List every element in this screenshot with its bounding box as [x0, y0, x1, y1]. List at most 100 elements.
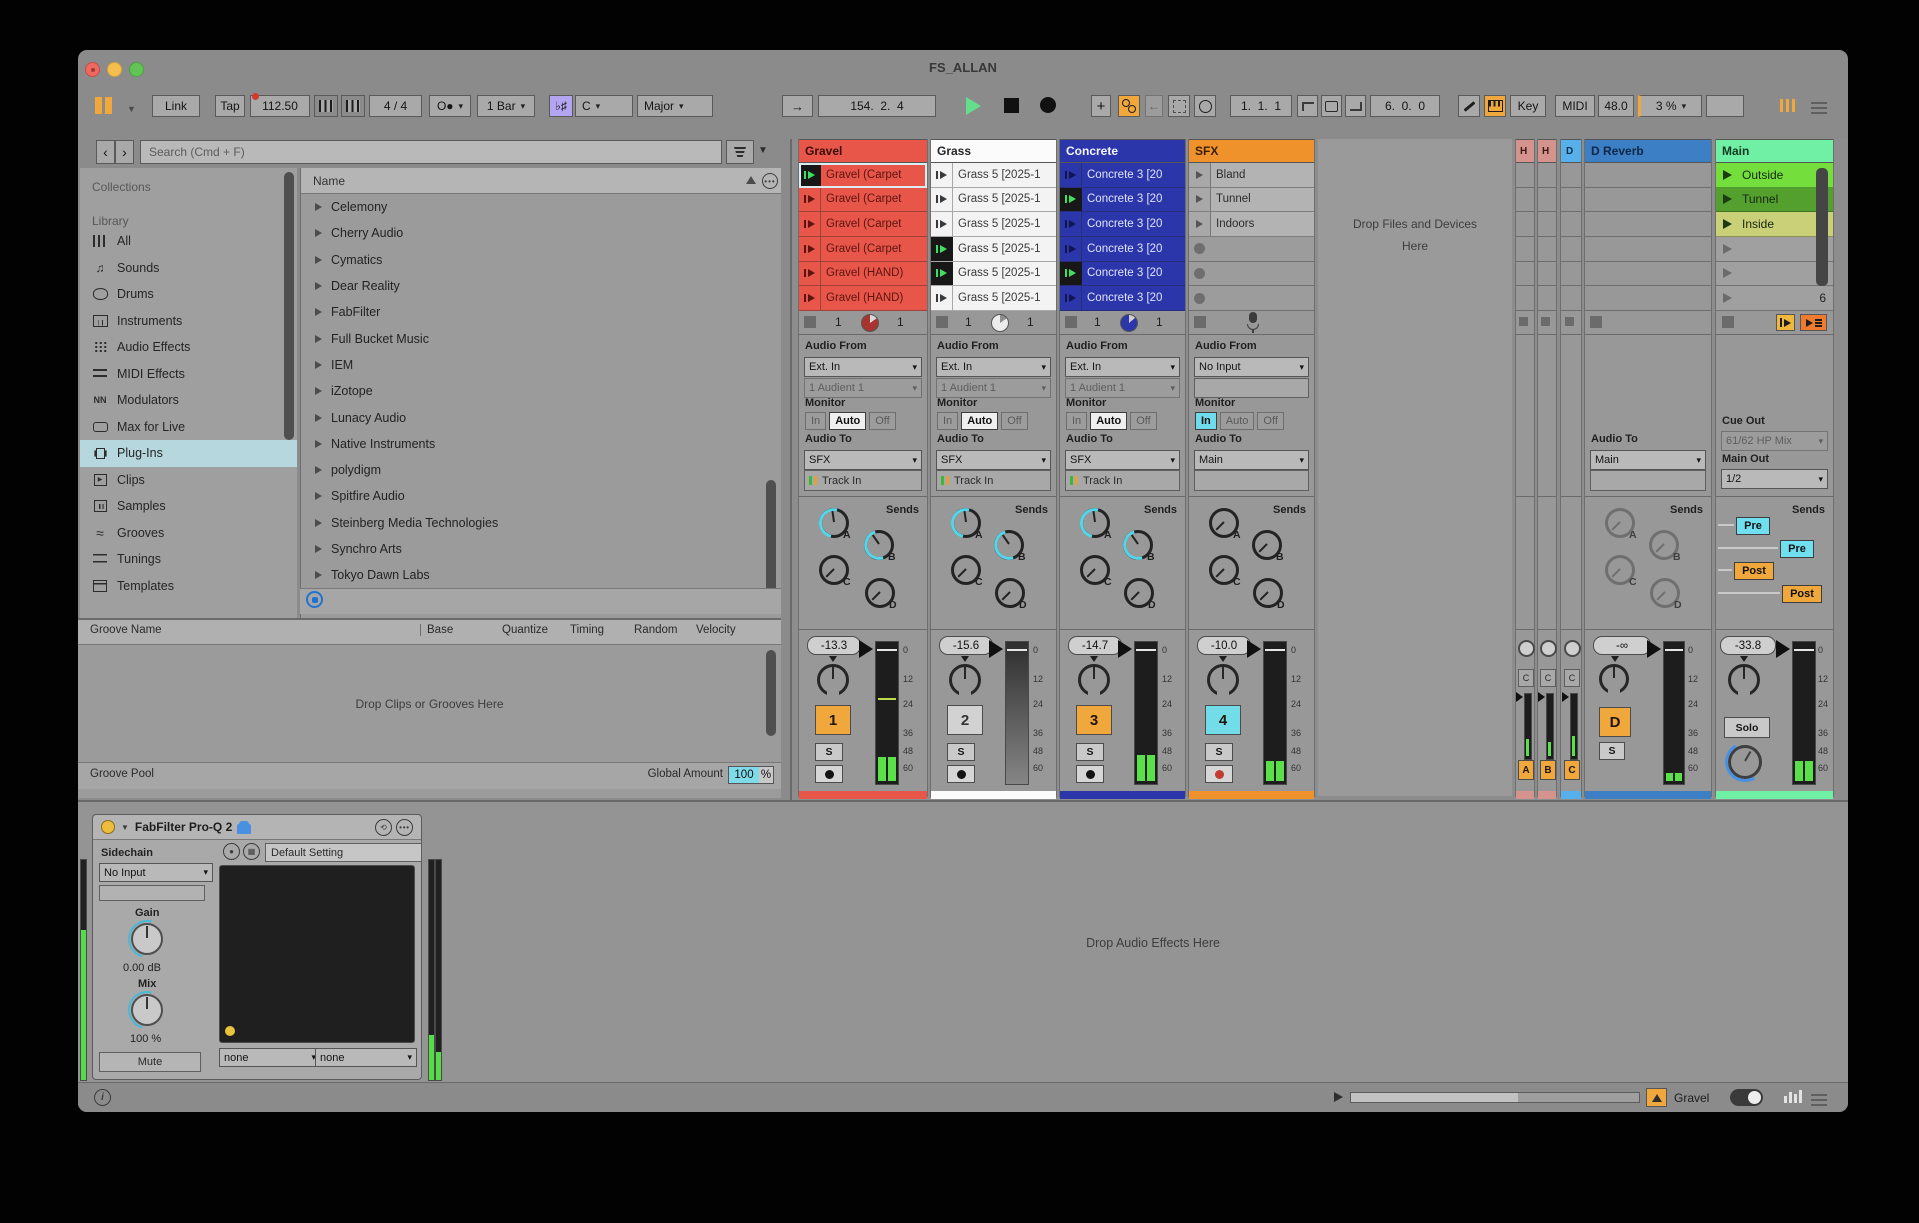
fader-handle[interactable] [1562, 692, 1569, 702]
sidebar-item-midi-effects[interactable]: MIDI Effects [80, 361, 297, 388]
stop-transport-button[interactable] [1800, 314, 1827, 331]
audio-to-select[interactable]: Main [1194, 450, 1309, 470]
sidechain-select[interactable]: No Input [99, 863, 213, 882]
list-item[interactable]: FabFilter [301, 299, 781, 325]
track-in-button[interactable]: Track In [804, 470, 922, 491]
param-slot-a[interactable]: none [219, 1048, 321, 1067]
level-meter[interactable] [1792, 641, 1816, 785]
browser-back-button[interactable]: ‹ [96, 140, 115, 164]
volume-value[interactable]: -∞ [1593, 636, 1651, 655]
list-scrollbar[interactable] [766, 480, 776, 596]
clip-stop-button[interactable] [1519, 317, 1528, 326]
session-record-button[interactable] [1194, 95, 1216, 117]
monitor-switch[interactable]: InAutoOff [937, 412, 1028, 430]
send-b-prepost-toggle[interactable]: Pre [1780, 540, 1814, 558]
track-header[interactable]: Gravel [799, 139, 927, 163]
pan-knob[interactable] [1564, 640, 1581, 657]
solo-button[interactable]: Solo [1724, 717, 1770, 738]
mix-knob[interactable] [131, 994, 163, 1026]
punch-out-button[interactable] [1345, 95, 1366, 117]
level-meter[interactable] [1663, 641, 1685, 785]
level-meter[interactable] [1005, 641, 1029, 785]
scale-mode-toggle[interactable]: ♭♯ [549, 95, 573, 117]
sidebar-item-modulators[interactable]: NNModulators [80, 387, 297, 414]
sidebar-item-grooves[interactable]: ≈Grooves [80, 520, 297, 547]
midi-map-button[interactable]: MIDI [1555, 95, 1595, 117]
mute-button[interactable]: Mute [99, 1052, 201, 1072]
clip-slot[interactable]: Indoors [1189, 212, 1314, 237]
track-activator[interactable]: 2 [947, 705, 983, 735]
clip-slot[interactable]: Concrete 3 [20 [1060, 163, 1185, 188]
midi-ctrl-value[interactable]: 48.0 [1598, 95, 1634, 117]
groove-random-header[interactable]: Random [634, 624, 677, 636]
fader-handle[interactable] [1118, 640, 1132, 658]
global-amount-field[interactable]: 100% [728, 766, 774, 784]
pan-knob[interactable] [949, 664, 981, 696]
audio-to-select[interactable]: SFX [936, 450, 1051, 470]
fader-handle[interactable] [1247, 640, 1261, 658]
hamburger-icon[interactable] [1811, 99, 1827, 117]
metronome-icon[interactable] [341, 95, 365, 117]
quantize-menu[interactable]: 1 Bar [477, 95, 535, 117]
sidebar-scrollbar[interactable] [284, 172, 294, 440]
tempo-field[interactable]: 112.50 [250, 95, 310, 117]
groove-velocity-header[interactable]: Velocity [696, 624, 736, 636]
clip-stop-button[interactable] [804, 316, 816, 328]
track-header[interactable]: H [1538, 139, 1556, 163]
groove-pool-label[interactable]: Groove Pool [90, 768, 154, 780]
arm-button[interactable] [947, 765, 975, 783]
level-meter[interactable] [1570, 693, 1578, 760]
cpu-meter[interactable]: 3 % [1638, 95, 1702, 117]
track-activator[interactable]: 4 [1205, 705, 1241, 735]
plugin-xy-display[interactable] [219, 865, 415, 1043]
empty-slot[interactable] [1189, 286, 1314, 311]
track-header[interactable]: D [1561, 139, 1581, 163]
audio-to-select[interactable]: SFX [1065, 450, 1180, 470]
pan-knob[interactable] [1540, 640, 1557, 657]
empty-slot[interactable] [1189, 237, 1314, 262]
device-drop-zone[interactable]: Drop Audio Effects Here [458, 802, 1848, 1084]
scene-slot[interactable]: 6 [1716, 286, 1833, 311]
browser-forward-button[interactable]: › [115, 140, 134, 164]
list-options-icon[interactable]: ••• [762, 173, 778, 189]
automation-arm-button[interactable] [1118, 95, 1140, 117]
info-icon[interactable]: i [94, 1089, 111, 1106]
clip-stop-button[interactable] [936, 316, 948, 328]
loop-length[interactable]: 6. 0. 0 [1370, 95, 1440, 117]
tap-tempo-button[interactable]: Tap [215, 95, 245, 117]
track-in-button[interactable]: Track In [936, 470, 1051, 491]
return-activator[interactable]: D [1599, 707, 1631, 737]
audio-from-select[interactable]: Ext. In [936, 357, 1051, 377]
return-activator[interactable]: A [1518, 760, 1534, 780]
clip-slot[interactable]: Concrete 3 [20 [1060, 188, 1185, 213]
level-meter[interactable] [1134, 641, 1158, 785]
groove-quantize-header[interactable]: Quantize [502, 624, 548, 636]
groove-base-header[interactable]: Base [420, 624, 453, 636]
loop-button[interactable] [1321, 95, 1342, 117]
clip-slot[interactable]: Grass 5 [2025-1 [931, 237, 1056, 262]
clip-slot[interactable]: Concrete 3 [20 [1060, 286, 1185, 311]
input-channel-select[interactable]: 1 Audient 1 [804, 378, 922, 398]
groove-timing-header[interactable]: Timing [570, 624, 604, 636]
solo-button[interactable]: S [947, 743, 975, 761]
mode-toggle-icon[interactable] [95, 97, 112, 114]
solo-button[interactable]: S [815, 743, 843, 761]
sidebar-item-audio-effects[interactable]: Audio Effects [80, 334, 297, 361]
clip-slot[interactable]: Gravel (Carpet [799, 237, 927, 262]
pan-knob[interactable] [1207, 664, 1239, 696]
send-d-prepost-toggle[interactable]: Post [1782, 585, 1822, 603]
clip-stop-button[interactable] [1590, 316, 1602, 328]
clip-slot[interactable]: Gravel (Carpet [799, 212, 927, 237]
sidebar-item-samples[interactable]: Samples [80, 493, 297, 520]
monitor-switch[interactable]: InAutoOff [805, 412, 896, 430]
level-meter[interactable] [1546, 693, 1554, 760]
sidebar-item-instruments[interactable]: Instruments [80, 308, 297, 335]
punch-in-button[interactable] [1297, 95, 1318, 117]
list-item[interactable]: iZotope [301, 378, 781, 404]
list-item[interactable]: Lunacy Audio [301, 404, 781, 430]
volume-value[interactable]: -13.3 [807, 636, 861, 655]
volume-value[interactable]: -14.7 [1068, 636, 1122, 655]
new-button[interactable]: + [1091, 95, 1111, 117]
groove-name-header[interactable]: Groove Name [90, 624, 162, 636]
sidebar-item-all[interactable]: All [80, 228, 297, 255]
